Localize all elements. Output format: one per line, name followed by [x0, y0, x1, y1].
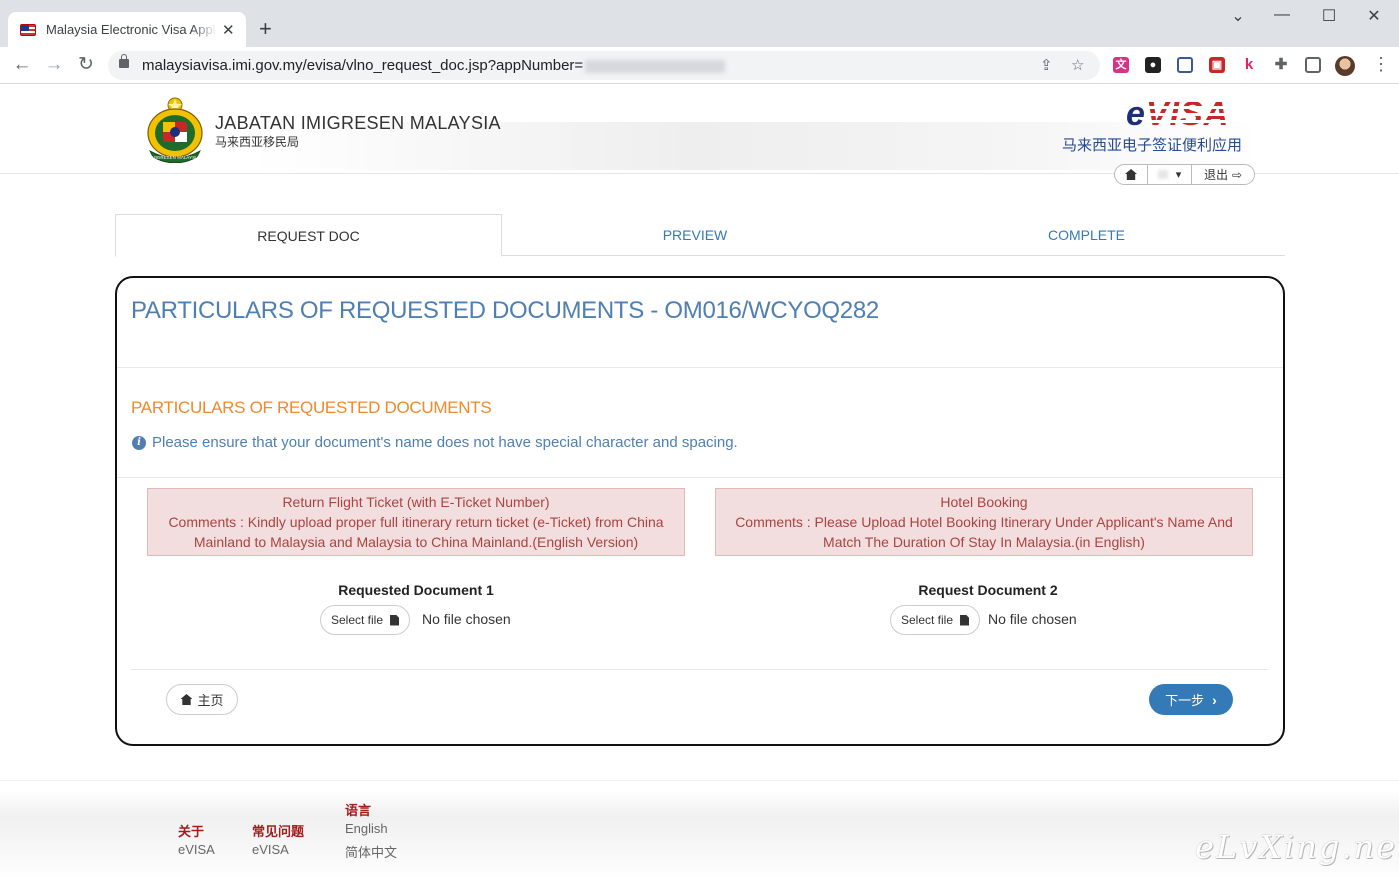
url-text: malaysiavisa.imi.gov.my/evisa/vlno_reque… [142, 57, 726, 74]
user-dropdown-button[interactable]: ▾ [1148, 165, 1192, 184]
footer-about-evisa-link[interactable]: eVISA [178, 842, 215, 857]
forward-icon[interactable]: → [43, 54, 65, 76]
chevron-right-icon: › [1212, 691, 1217, 708]
header-button-group: ▾ 退出 ⇨ [1114, 164, 1255, 185]
new-tab-icon[interactable]: + [259, 18, 272, 40]
profile-extension-icon[interactable]: ▣ [1209, 57, 1225, 73]
browser-tab-title: Malaysia Electronic Visa Application [46, 22, 217, 37]
browser-toolbar: ← → ↻ malaysiavisa.imi.gov.my/evisa/vlno… [0, 47, 1399, 84]
document-1-label: Requested Document 1 [338, 582, 494, 598]
address-bar[interactable]: malaysiavisa.imi.gov.my/evisa/vlno_reque… [108, 51, 1100, 80]
tab-preview[interactable]: PREVIEW [502, 214, 888, 256]
window-extension-icon[interactable] [1177, 57, 1193, 73]
tab-complete[interactable]: COMPLETE [888, 214, 1285, 256]
footer-language-chinese-link[interactable]: 简体中文 [345, 842, 397, 861]
document-1-select-file-button[interactable]: Select file [320, 605, 411, 635]
back-icon[interactable]: ← [11, 54, 33, 76]
divider [131, 669, 1268, 670]
document-1-file-status: No file chosen [422, 611, 511, 627]
translate-extension-icon[interactable]: 文 [1113, 57, 1129, 73]
info-icon: i [132, 435, 146, 450]
next-step-button[interactable]: 下一步 › [1149, 684, 1233, 715]
document-2-file-status: No file chosen [988, 611, 1077, 627]
lock-icon [119, 54, 129, 68]
divider [117, 477, 1283, 478]
immigration-crest-logo: IMIGRESEN MALAYSIA [147, 97, 203, 163]
k-extension-icon[interactable]: k [1241, 57, 1257, 73]
share-icon[interactable]: ⇪ [1040, 56, 1053, 74]
sign-out-icon: ⇨ [1231, 167, 1243, 182]
site-footer [0, 780, 1399, 882]
file-icon [390, 614, 400, 626]
section-title: PARTICULARS OF REQUESTED DOCUMENTS [131, 398, 492, 417]
malaysia-flag-icon [20, 23, 36, 36]
reload-icon[interactable]: ↻ [75, 54, 97, 76]
filename-notice: i Please ensure that your document's nam… [132, 434, 738, 451]
window-close-icon[interactable]: ✕ [1364, 6, 1384, 26]
browser-tabstrip: Malaysia Electronic Visa Application ✕ +… [0, 0, 1399, 47]
footer-language-english-link[interactable]: English [345, 821, 388, 836]
document-2-alert: Hotel Booking Comments : Please Upload H… [715, 488, 1253, 556]
home-icon [1125, 169, 1137, 180]
side-panel-icon[interactable] [1305, 57, 1321, 73]
puzzle-extensions-icon[interactable]: ✚ [1273, 57, 1289, 73]
profile-avatar[interactable] [1335, 56, 1355, 76]
home-header-button[interactable] [1115, 165, 1148, 184]
home-icon [180, 694, 193, 705]
wizard-steps: REQUEST DOC PREVIEW COMPLETE [115, 214, 1285, 257]
footer-faq-heading: 常见问题 [252, 824, 305, 839]
chevron-down-icon: ▾ [1175, 169, 1182, 181]
footer-language-heading: 语言 [345, 803, 372, 818]
extension-icon[interactable]: ● [1145, 57, 1161, 73]
bookmark-star-icon[interactable]: ☆ [1071, 56, 1084, 74]
agency-name: JABATAN IMIGRESEN MALAYSIA [215, 113, 501, 133]
footer-about-heading: 关于 [178, 824, 205, 839]
file-icon [960, 614, 970, 626]
agency-name-cn: 马来西亚移民局 [215, 135, 300, 149]
page-title: PARTICULARS OF REQUESTED DOCUMENTS - OM0… [131, 297, 879, 324]
home-button[interactable]: 主页 [166, 684, 238, 715]
logout-button[interactable]: 退出 ⇨ [1192, 165, 1254, 184]
footer-faq-evisa-link[interactable]: eVISA [252, 842, 289, 857]
close-tab-icon[interactable]: ✕ [221, 21, 237, 39]
document-2-label: Request Document 2 [918, 582, 1058, 598]
minimize-icon[interactable]: — [1272, 6, 1292, 24]
document-1-alert: Return Flight Ticket (with E-Ticket Numb… [147, 488, 685, 556]
browser-tab[interactable]: Malaysia Electronic Visa Application ✕ [8, 12, 246, 47]
tab-search-chevron-icon[interactable]: ⌄ [1228, 6, 1248, 26]
evisa-subtitle: 马来西亚电子签证便利应用 [1062, 137, 1243, 154]
divider [117, 367, 1283, 368]
watermark-text: eLvXing.net [1195, 828, 1399, 866]
browser-menu-icon[interactable]: ⋮ [1372, 53, 1390, 75]
svg-text:IMIGRESEN MALAYSIA: IMIGRESEN MALAYSIA [151, 155, 200, 160]
tab-request-doc[interactable]: REQUEST DOC [115, 214, 502, 257]
evisa-logo: eVISA [1126, 95, 1230, 133]
document-2-select-file-button[interactable]: Select file [890, 605, 981, 635]
maximize-icon[interactable]: ☐ [1319, 6, 1339, 26]
